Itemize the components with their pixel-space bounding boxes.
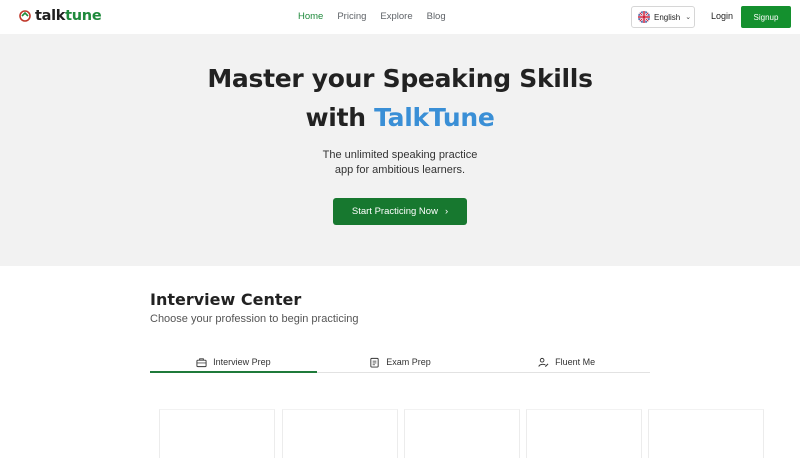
tab-label: Exam Prep [386,357,431,367]
start-practicing-button[interactable]: Start Practicing Now › [333,198,467,225]
nav-explore[interactable]: Explore [380,11,412,22]
login-link[interactable]: Login [711,11,733,21]
nav-pricing[interactable]: Pricing [337,11,366,22]
clipboard-icon [370,357,379,368]
tab-interview-prep[interactable]: Interview Prep [150,352,317,373]
profession-card[interactable] [159,409,275,458]
hero-subtitle-line1: The unlimited speaking practice [322,149,478,161]
language-label: English [654,12,681,22]
logo-mark-icon [19,10,31,22]
cta-label: Start Practicing Now [351,206,438,217]
talktune-logo[interactable]: talktune [19,8,102,24]
language-selector[interactable]: English ⌄ [631,6,695,28]
profession-cards [0,409,800,458]
signup-button[interactable]: Signup [741,6,791,28]
profession-card[interactable] [404,409,520,458]
briefcase-icon [196,357,207,367]
profession-card[interactable] [648,409,764,458]
tab-label: Interview Prep [213,357,271,367]
section-title: Interview Center [150,290,302,309]
top-navbar: talktune Home Pricing Explore Blog Engli… [0,0,800,34]
tab-exam-prep[interactable]: Exam Prep [317,352,484,372]
person-edit-icon [538,357,549,367]
uk-flag-icon [638,11,650,23]
tab-label: Fluent Me [555,357,596,367]
category-tabs: Interview Prep Exam Prep Fluent Me [150,352,650,373]
tab-fluent-me[interactable]: Fluent Me [483,352,650,372]
chevron-down-icon: ⌄ [685,14,692,21]
profession-card[interactable] [282,409,398,458]
hero-section: Master your Speaking Skills with TalkTun… [0,34,800,266]
logo-text: talktune [35,8,102,24]
hero-subtitle-line2: app for ambitious learners. [334,164,466,176]
section-subtitle: Choose your profession to begin practici… [150,313,359,325]
main-nav: Home Pricing Explore Blog [298,11,446,22]
chevron-right-icon: › [444,206,449,217]
profession-card[interactable] [526,409,642,458]
hero-title-line1: Master your Speaking Skills [207,64,593,93]
nav-blog[interactable]: Blog [427,11,446,22]
hero-title-line2: with TalkTune [305,103,495,132]
nav-home[interactable]: Home [298,11,323,22]
hero-brand-name: TalkTune [374,103,495,132]
